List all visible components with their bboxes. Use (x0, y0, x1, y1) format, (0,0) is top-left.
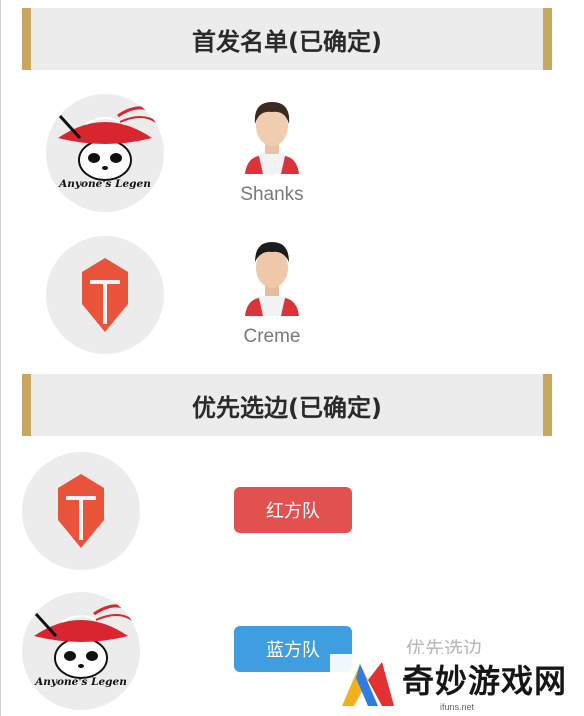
left-border (0, 0, 1, 716)
side-title-text: 优先选边(已确定) (192, 393, 382, 422)
player-name: Creme (243, 326, 301, 347)
red-side-label: 红方队 (266, 501, 320, 522)
player-avatar-icon (245, 242, 299, 316)
watermark-brand: 奇妙游戏网 (402, 662, 568, 700)
team-logo-text: Anyone's Legen (35, 676, 127, 688)
red-side-button[interactable]: 红方队 (234, 487, 352, 533)
panda-hat-icon (58, 106, 157, 181)
player-name: Shanks (240, 184, 304, 205)
side-section-title: 优先选边(已确定) (22, 374, 552, 436)
starters-title-text: 首发名单(已确定) (192, 27, 382, 56)
tes-logo-icon (22, 452, 140, 570)
panda-hat-icon (34, 604, 133, 679)
tes-logo-icon (46, 236, 164, 354)
anyones-legend-logo-icon: Anyone's Legen (22, 592, 140, 710)
player-card-creme[interactable]: Creme (217, 238, 327, 348)
starters-section-title: 首发名单(已确定) (22, 8, 552, 70)
site-watermark: 奇妙游戏网 ifuns.net (330, 654, 584, 716)
player-avatar-icon (245, 102, 299, 174)
watermark-url: ifuns.net (439, 702, 475, 712)
player-card-shanks[interactable]: Shanks (217, 96, 327, 206)
team-logo-text: Anyone's Legen (59, 178, 151, 190)
anyones-legend-logo-icon: Anyone's Legen (46, 94, 164, 212)
blue-side-label: 蓝方队 (266, 640, 320, 661)
